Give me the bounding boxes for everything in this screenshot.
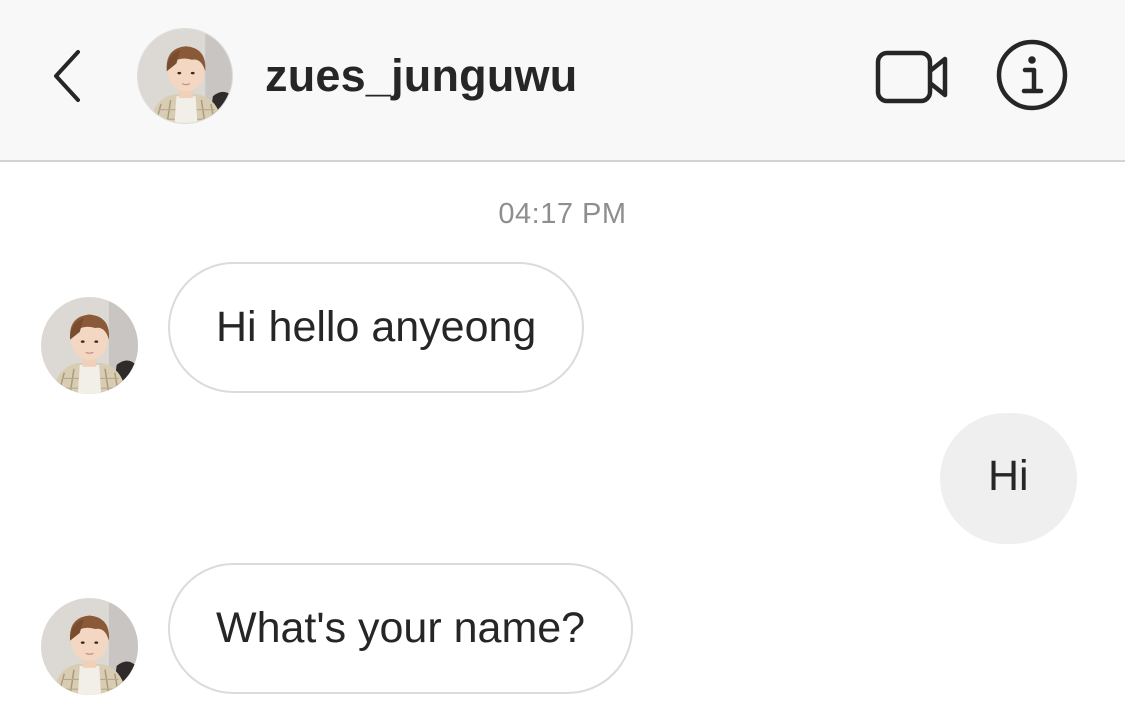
back-button[interactable] bbox=[44, 44, 92, 108]
incoming-message-bubble[interactable]: Hi hello anyeong bbox=[168, 262, 585, 393]
profile-photo bbox=[41, 297, 138, 394]
profile-photo bbox=[138, 29, 233, 124]
username[interactable]: zues_junguwu bbox=[265, 46, 577, 106]
thread-header: zues_junguwu bbox=[0, 0, 1125, 162]
info-icon bbox=[996, 39, 1068, 111]
sender-avatar[interactable] bbox=[41, 297, 138, 394]
incoming-message-bubble[interactable]: What's your name? bbox=[168, 563, 634, 694]
info-button[interactable] bbox=[995, 38, 1069, 112]
video-camera-icon bbox=[875, 50, 948, 104]
video-call-button[interactable] bbox=[872, 44, 952, 108]
message-timestamp: 04:17 PM bbox=[498, 198, 627, 230]
outgoing-message-bubble[interactable]: Hi bbox=[940, 413, 1077, 544]
dm-thread-screen: zues_junguwu 04:17 PM Hi hello anyeong H… bbox=[0, 0, 1125, 705]
profile-photo bbox=[41, 598, 138, 695]
header-avatar[interactable] bbox=[137, 28, 233, 124]
chevron-left-icon bbox=[54, 50, 80, 102]
sender-avatar[interactable] bbox=[41, 598, 138, 695]
